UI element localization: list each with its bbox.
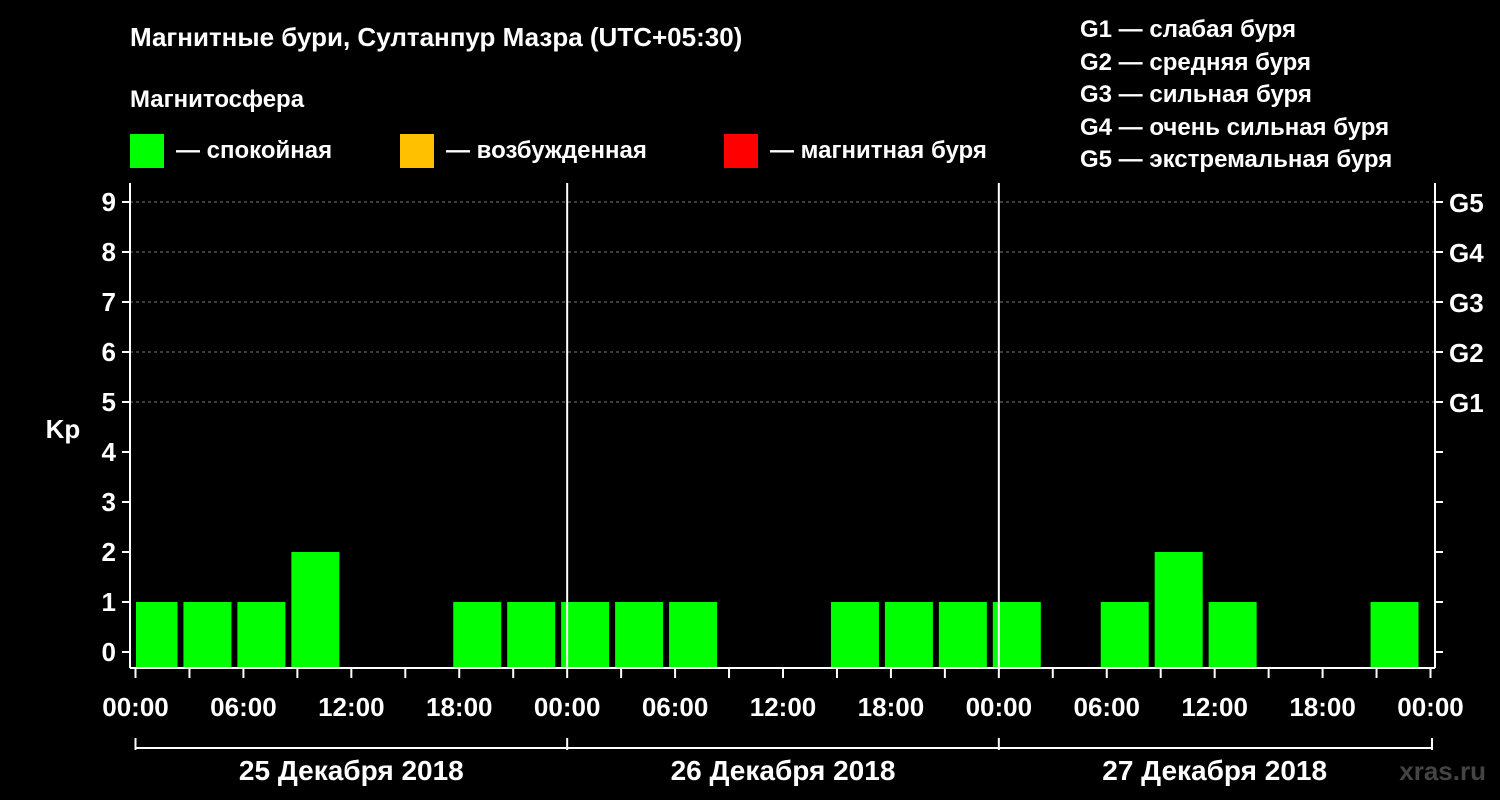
x-tick-label: 18:00 bbox=[1289, 692, 1356, 722]
day-label: 26 Декабря 2018 bbox=[671, 755, 896, 786]
day-label: 27 Декабря 2018 bbox=[1102, 755, 1327, 786]
kp-bar-13 bbox=[830, 602, 879, 668]
kp-bar-7 bbox=[507, 602, 556, 668]
x-tick-label: 18:00 bbox=[858, 692, 925, 722]
kp-bar-9 bbox=[615, 602, 664, 668]
x-tick-label: 00:00 bbox=[1397, 692, 1464, 722]
kp-chart: 0 1 2 3 4 5 6 7 8 9 Kp G1 G2 G3 G4 G5 00:00 06:00 12:00 18:… bbox=[46, 183, 1484, 786]
y-tick-label: 9 bbox=[102, 187, 116, 217]
kp-bar-14 bbox=[884, 602, 933, 668]
g-axis-label-g2: G2 bbox=[1449, 338, 1484, 368]
y-axis-label: Kp bbox=[46, 414, 81, 444]
x-tick-label: 00:00 bbox=[102, 692, 169, 722]
kp-bar-18 bbox=[1100, 602, 1149, 668]
kp-bar-16 bbox=[992, 602, 1041, 668]
kp-bar-15 bbox=[938, 602, 987, 668]
x-tick-label: 18:00 bbox=[426, 692, 493, 722]
x-tick-label: 12:00 bbox=[318, 692, 385, 722]
g-axis-label-g5: G5 bbox=[1449, 188, 1484, 218]
kp-bar-1 bbox=[183, 602, 232, 668]
kp-bar-19 bbox=[1154, 552, 1203, 668]
g-axis-label-g4: G4 bbox=[1449, 238, 1484, 268]
x-tick-label: 06:00 bbox=[1074, 692, 1141, 722]
x-tick-label: 12:00 bbox=[1181, 692, 1248, 722]
kp-bar-23 bbox=[1370, 602, 1419, 668]
y-tick-label: 5 bbox=[102, 387, 116, 417]
kp-bar-10 bbox=[669, 602, 718, 668]
kp-bar-6 bbox=[453, 602, 502, 668]
y-tick-label: 7 bbox=[102, 287, 116, 317]
g-axis-label-g3: G3 bbox=[1449, 288, 1484, 318]
x-tick-label: 00:00 bbox=[534, 692, 601, 722]
y-tick-label: 1 bbox=[102, 587, 116, 617]
day-label: 25 Декабря 2018 bbox=[239, 755, 464, 786]
kp-bar-8 bbox=[561, 602, 610, 668]
x-tick-label: 00:00 bbox=[966, 692, 1033, 722]
kp-bar-0 bbox=[136, 602, 178, 668]
y-tick-label: 2 bbox=[102, 537, 116, 567]
y-tick-label: 3 bbox=[102, 487, 116, 517]
x-tick-label: 12:00 bbox=[750, 692, 817, 722]
x-tick-label: 06:00 bbox=[210, 692, 277, 722]
y-tick-label: 6 bbox=[102, 337, 116, 367]
x-tick-label: 06:00 bbox=[642, 692, 709, 722]
watermark: xras.ru bbox=[1399, 756, 1486, 786]
kp-bar-2 bbox=[237, 602, 286, 668]
g-axis-label-g1: G1 bbox=[1449, 388, 1484, 418]
y-tick-label: 0 bbox=[102, 637, 116, 667]
y-tick-label: 8 bbox=[102, 237, 116, 267]
kp-bar-20 bbox=[1208, 602, 1257, 668]
kp-bar-3 bbox=[291, 552, 340, 668]
y-tick-label: 4 bbox=[102, 437, 117, 467]
